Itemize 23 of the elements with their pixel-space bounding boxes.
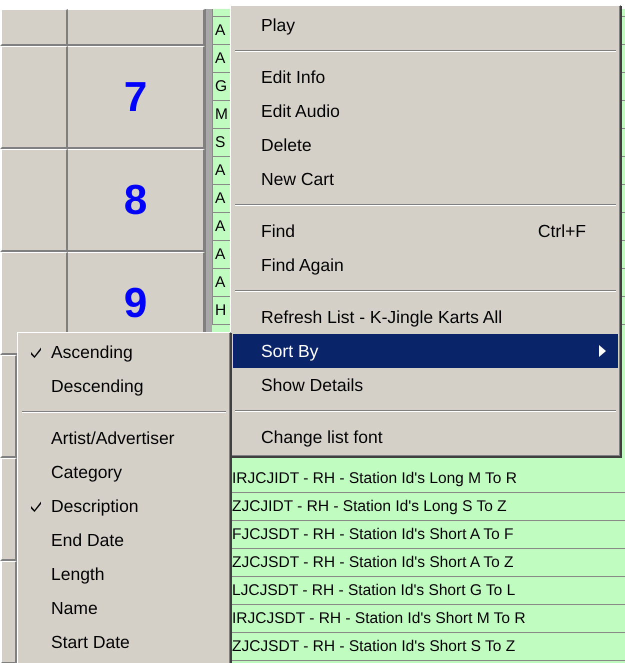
menu-item[interactable]: Length — [20, 557, 228, 591]
menu-item[interactable]: Play — [233, 8, 618, 42]
menu-item[interactable]: Category — [20, 455, 228, 489]
cart-number[interactable]: 7 — [124, 73, 148, 121]
menu-item[interactable]: Start Date — [20, 625, 228, 659]
menu-item[interactable]: Delete — [233, 128, 618, 162]
menu-item[interactable]: Description — [20, 489, 228, 523]
menu-item[interactable]: Refresh List - K-Jingle Karts All — [233, 300, 618, 334]
menu-item[interactable]: Find Again — [233, 248, 618, 282]
menu-item[interactable]: Sort By — [233, 334, 618, 368]
menu-item[interactable]: Edit Info — [233, 60, 618, 94]
menu-item[interactable]: Artist/Advertiser — [20, 421, 228, 455]
menu-item[interactable]: End Date — [20, 523, 228, 557]
menu-item[interactable]: Descending — [20, 369, 228, 403]
cart-number[interactable]: 8 — [124, 176, 148, 224]
cart-number[interactable]: 9 — [124, 279, 148, 327]
menu-item[interactable]: Name — [20, 591, 228, 625]
menu-item[interactable]: Find Ctrl+F — [233, 214, 618, 248]
submenu-arrow-icon — [599, 345, 606, 357]
menu-item[interactable]: Show Details — [233, 368, 618, 402]
menu-item[interactable]: Edit Audio — [233, 94, 618, 128]
menu-item[interactable]: Change list font — [233, 420, 618, 454]
menu-item[interactable]: New Cart — [233, 162, 618, 196]
